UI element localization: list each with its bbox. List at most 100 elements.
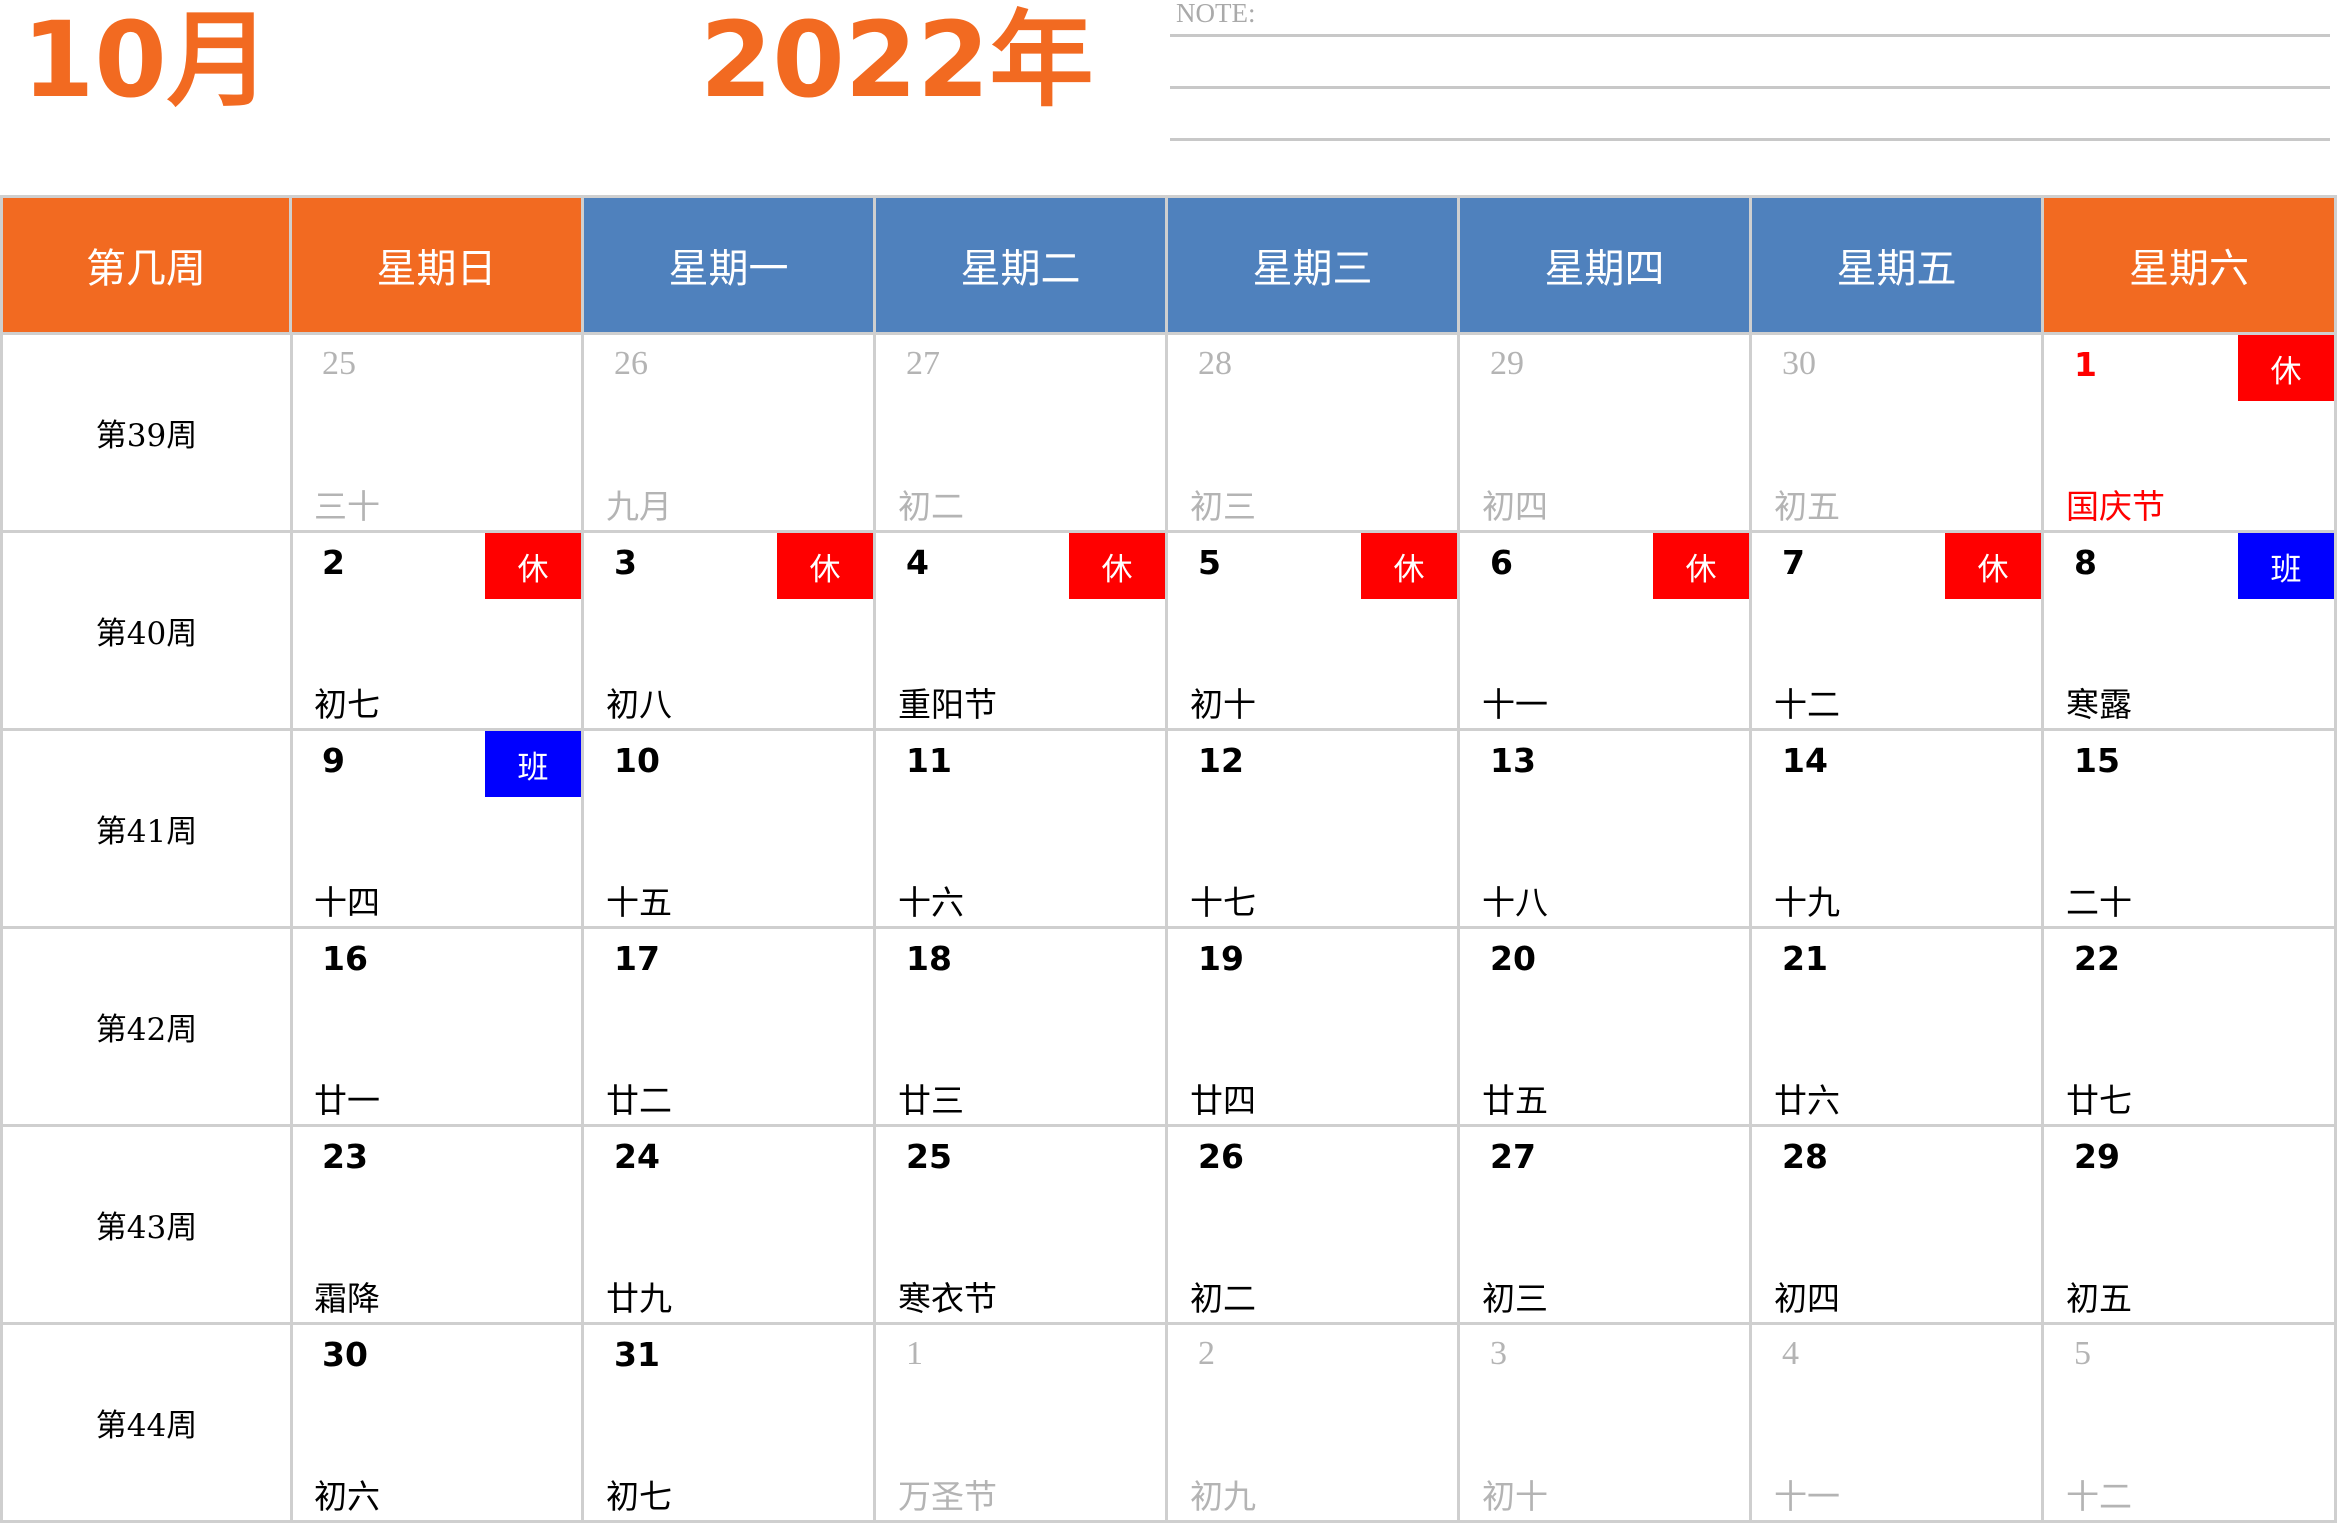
lunar-date: 初八: [606, 685, 672, 724]
day-number: 19: [1198, 939, 1244, 978]
day-cell: 10 十五: [584, 731, 876, 929]
day-cell: 3 初十: [1460, 1325, 1752, 1523]
note-line: [1170, 138, 2330, 141]
week-label: 第44周: [0, 1325, 293, 1523]
lunar-date: 廿一: [314, 1081, 380, 1120]
month-title: 10月: [22, 0, 271, 121]
day-number: 1: [906, 1335, 923, 1372]
lunar-date: 廿四: [1190, 1081, 1256, 1120]
lunar-date: 十八: [1482, 883, 1548, 922]
day-cell: 14 十九: [1752, 731, 2044, 929]
day-cell: 19 廿四: [1168, 929, 1460, 1127]
day-cell: 12 十七: [1168, 731, 1460, 929]
day-cell: 28 初四: [1752, 1127, 2044, 1325]
day-number: 1: [2074, 345, 2097, 384]
header-tue: 星期二: [876, 195, 1168, 335]
lunar-date: 十二: [2066, 1477, 2132, 1516]
lunar-date: 初三: [1482, 1279, 1548, 1318]
workday-badge: 班: [485, 731, 581, 797]
lunar-date: 初十: [1482, 1477, 1548, 1516]
lunar-date: 九月: [606, 487, 672, 526]
lunar-date: 十一: [1774, 1477, 1840, 1516]
lunar-date: 十二: [1774, 685, 1840, 724]
lunar-date: 寒衣节: [898, 1279, 997, 1318]
lunar-date: 廿七: [2066, 1081, 2132, 1120]
lunar-date: 十一: [1482, 685, 1548, 724]
day-cell: 26 初二: [1168, 1127, 1460, 1325]
day-number: 3: [614, 543, 637, 582]
day-cell: 27 初二: [876, 335, 1168, 533]
day-number: 26: [614, 345, 648, 382]
day-cell: 2 初七 休: [292, 533, 584, 731]
lunar-date: 初四: [1774, 1279, 1840, 1318]
header-fri: 星期五: [1752, 195, 2044, 335]
lunar-date: 初二: [898, 487, 964, 526]
lunar-date: 重阳节: [898, 685, 997, 724]
day-number: 20: [1490, 939, 1536, 978]
lunar-date: 初四: [1482, 487, 1548, 526]
day-number: 27: [906, 345, 940, 382]
day-number: 21: [1782, 939, 1828, 978]
day-number: 25: [906, 1137, 952, 1176]
week-label: 第41周: [0, 731, 293, 929]
day-cell: 8 寒露 班: [2044, 533, 2337, 731]
day-cell: 6 十一 休: [1460, 533, 1752, 731]
workday-badge: 班: [2238, 533, 2334, 599]
lunar-date: 霜降: [314, 1279, 380, 1318]
lunar-date: 十九: [1774, 883, 1840, 922]
lunar-date: 十七: [1190, 883, 1256, 922]
day-number: 17: [614, 939, 660, 978]
week-label: 第42周: [0, 929, 293, 1127]
lunar-date: 初三: [1190, 487, 1256, 526]
day-cell: 2 初九: [1168, 1325, 1460, 1523]
day-cell: 22 廿七: [2044, 929, 2337, 1127]
calendar-grid: 第几周 星期日 星期一 星期二 星期三 星期四 星期五 星期六 第39周 25 三十 26 九月 27 初二…: [0, 195, 2337, 1524]
day-number: 13: [1490, 741, 1536, 780]
day-cell: 13 十八: [1460, 731, 1752, 929]
day-cell: 3 初八 休: [584, 533, 876, 731]
lunar-date: 廿五: [1482, 1081, 1548, 1120]
day-cell: 29 初五: [2044, 1127, 2337, 1325]
day-cell: 29 初四: [1460, 335, 1752, 533]
day-number: 4: [1782, 1335, 1799, 1372]
note-label: NOTE:: [1176, 0, 1256, 28]
week-label: 第40周: [0, 533, 293, 731]
day-number: 5: [1198, 543, 1221, 582]
lunar-date: 十四: [314, 883, 380, 922]
day-cell: 20 廿五: [1460, 929, 1752, 1127]
day-number: 18: [906, 939, 952, 978]
day-number: 14: [1782, 741, 1828, 780]
day-number: 6: [1490, 543, 1513, 582]
day-number: 28: [1198, 345, 1232, 382]
rest-badge: 休: [2238, 335, 2334, 401]
day-cell: 15 二十: [2044, 731, 2337, 929]
day-number: 3: [1490, 1335, 1507, 1372]
day-cell: 5 十二: [2044, 1325, 2337, 1523]
lunar-date: 初六: [314, 1477, 380, 1516]
header-sat: 星期六: [2044, 195, 2337, 335]
lunar-date: 三十: [314, 487, 380, 526]
note-line: [1170, 86, 2330, 89]
day-number: 30: [1782, 345, 1816, 382]
day-number: 2: [322, 543, 345, 582]
day-cell: 25 三十: [292, 335, 584, 533]
day-cell: 24 廿九: [584, 1127, 876, 1325]
header-sun: 星期日: [292, 195, 584, 335]
day-cell: 11 十六: [876, 731, 1168, 929]
lunar-date: 二十: [2066, 883, 2132, 922]
day-cell: 27 初三: [1460, 1127, 1752, 1325]
day-number: 25: [322, 345, 356, 382]
day-number: 4: [906, 543, 929, 582]
day-cell: 5 初十 休: [1168, 533, 1460, 731]
rest-badge: 休: [485, 533, 581, 599]
day-number: 5: [2074, 1335, 2091, 1372]
lunar-date: 初二: [1190, 1279, 1256, 1318]
day-cell: 26 九月: [584, 335, 876, 533]
lunar-date: 初五: [2066, 1279, 2132, 1318]
header-week: 第几周: [0, 195, 292, 335]
week-label: 第43周: [0, 1127, 293, 1325]
lunar-date: 初七: [314, 685, 380, 724]
day-number: 11: [906, 741, 952, 780]
rest-badge: 休: [1361, 533, 1457, 599]
lunar-date: 十五: [606, 883, 672, 922]
